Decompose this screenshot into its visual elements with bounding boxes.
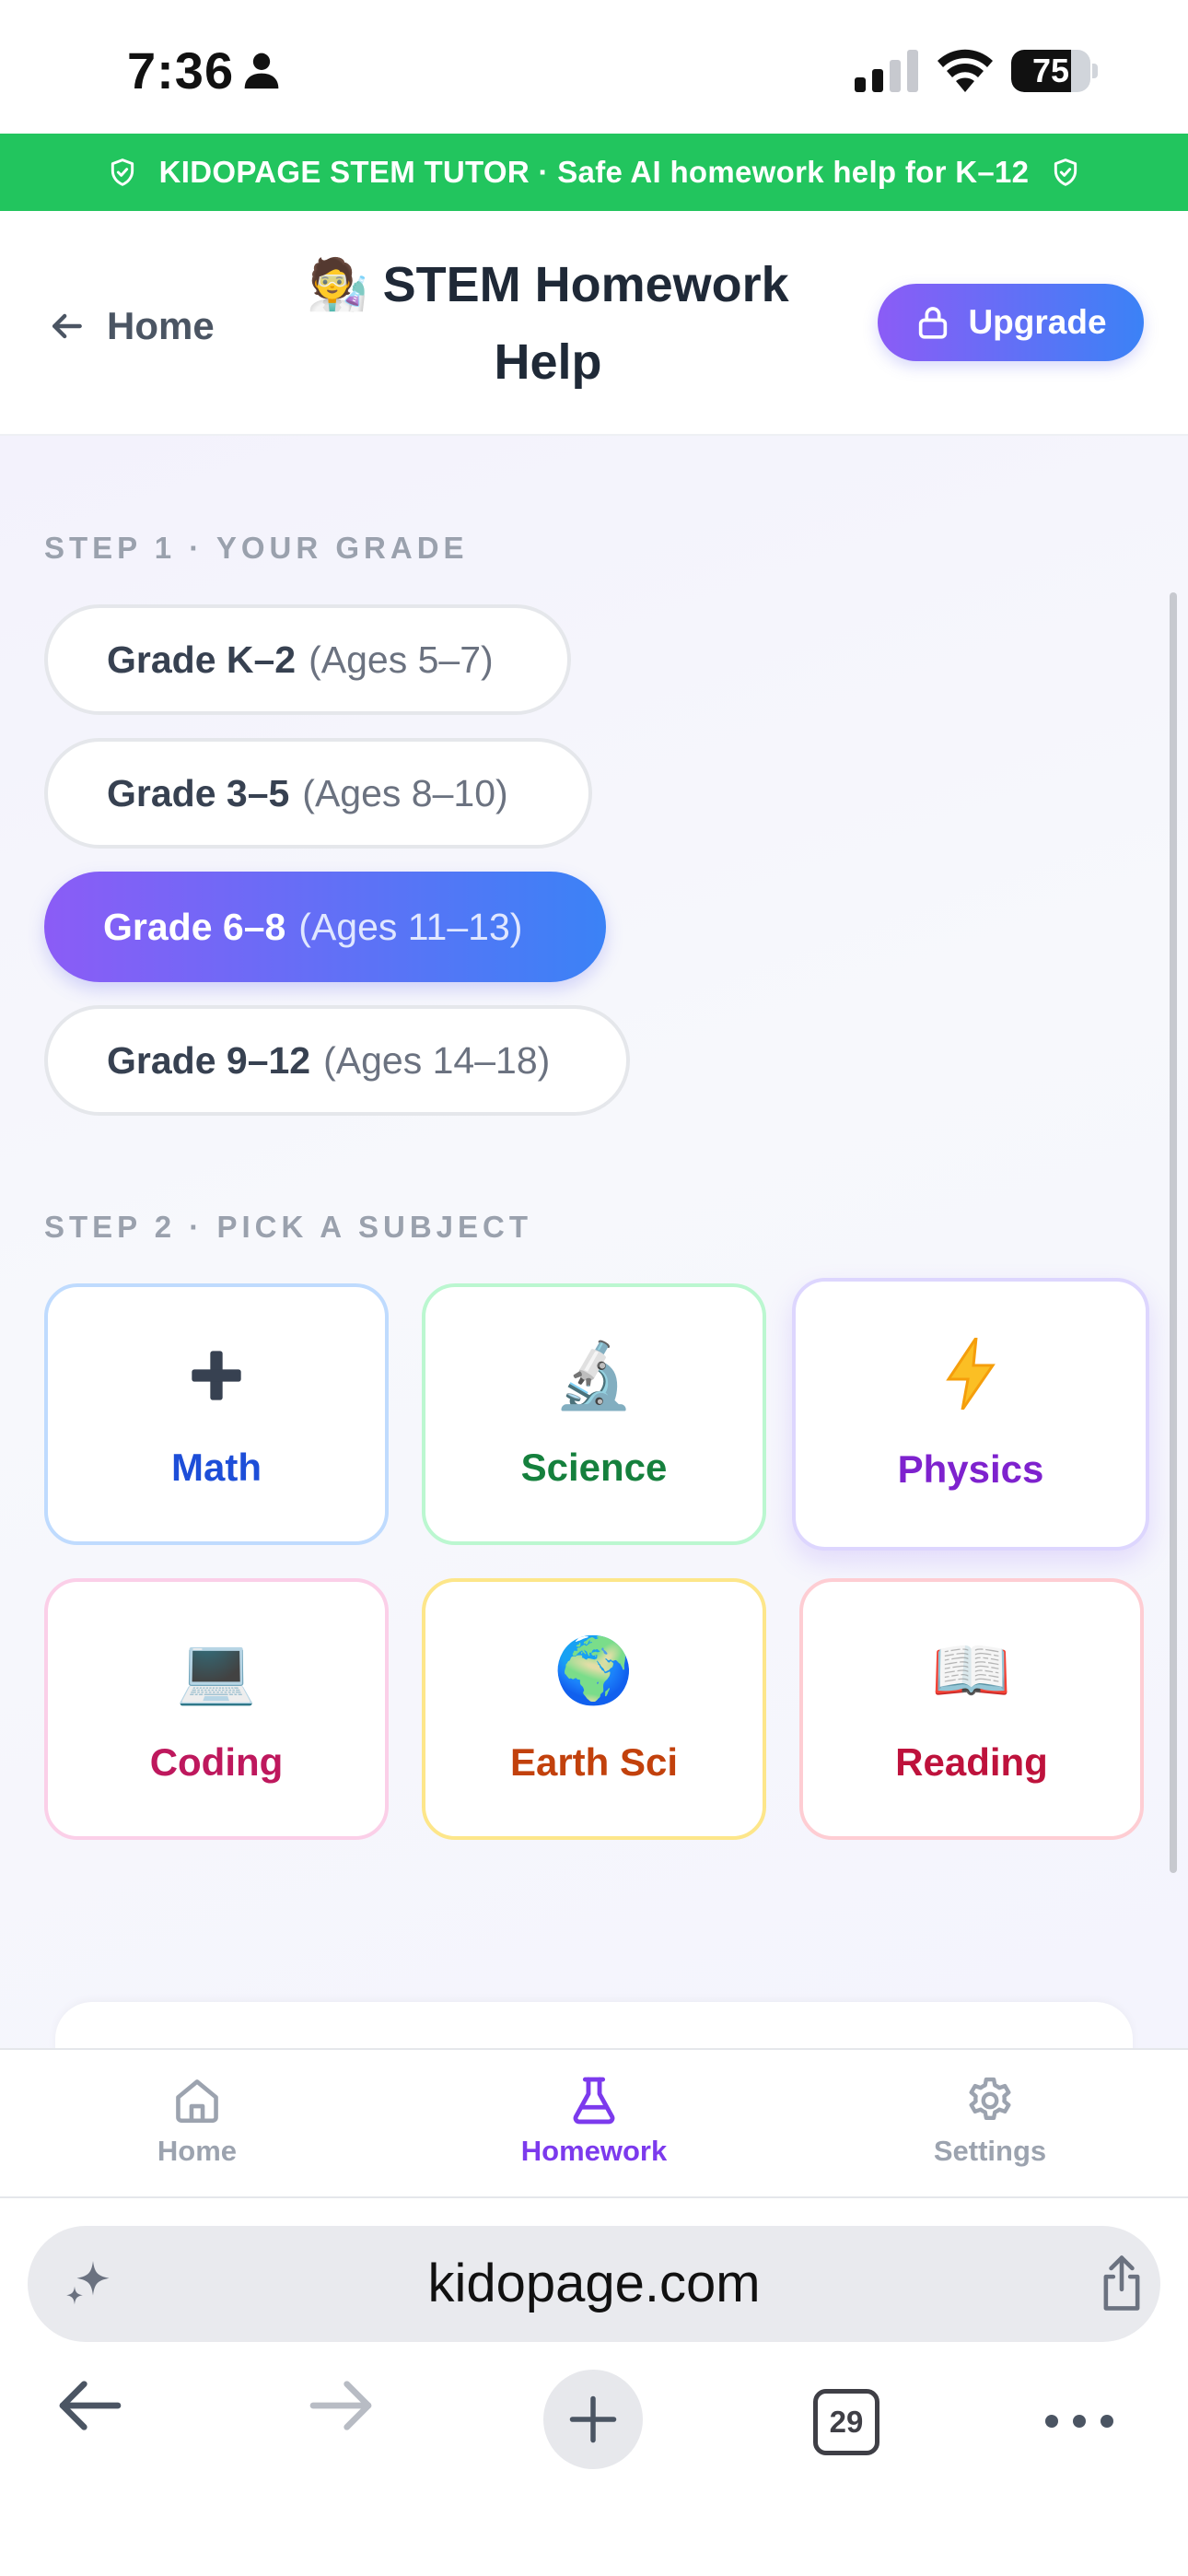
battery-indicator: 75 xyxy=(1011,50,1098,92)
back-link-label: Home xyxy=(107,304,215,347)
home-icon xyxy=(176,2079,218,2124)
grade-name: Grade 6–8 xyxy=(103,905,286,948)
person-icon xyxy=(244,53,279,89)
bottom-tab-bar: Home Homework Settings xyxy=(0,2048,1188,2198)
page-title: 🧑‍🔬 STEM Homework Help xyxy=(307,257,789,390)
tab-switcher-button[interactable]: 29 xyxy=(813,2389,879,2455)
new-tab-button[interactable] xyxy=(543,2370,643,2469)
subject-label: Science xyxy=(520,1446,668,1489)
lightning-icon xyxy=(796,1337,1146,1411)
grade-ages: (Ages 11–13) xyxy=(298,905,523,948)
grade-option-3-5[interactable]: Grade 3–5 (Ages 8–10) xyxy=(44,738,592,849)
upgrade-button[interactable]: Upgrade xyxy=(878,284,1144,361)
tab-homework[interactable]: Homework xyxy=(456,2074,732,2175)
grade-name: Grade 3–5 xyxy=(107,771,290,814)
subject-label: Physics xyxy=(897,1447,1044,1491)
status-bar: 7:36 75 xyxy=(0,0,1188,134)
subject-card-coding[interactable]: 💻 Coding xyxy=(44,1578,389,1840)
grade-ages: (Ages 5–7) xyxy=(309,638,494,681)
grade-option-6-8[interactable]: Grade 6–8 (Ages 11–13) xyxy=(44,872,606,982)
subject-label: Reading xyxy=(895,1740,1048,1784)
laptop-icon: 💻 xyxy=(176,1634,257,1706)
main-content: STEP 1 · YOUR GRADE Grade K–2 (Ages 5–7)… xyxy=(0,436,1188,2057)
tab-label: Settings xyxy=(933,2135,1047,2167)
share-icon[interactable] xyxy=(1096,2254,1147,2313)
scrollbar[interactable] xyxy=(1170,592,1177,1873)
shield-check-icon xyxy=(1054,158,1077,186)
tab-label: Home xyxy=(157,2135,238,2167)
gear-icon xyxy=(969,2077,1011,2121)
grade-name: Grade 9–12 xyxy=(107,1038,311,1082)
back-home-link[interactable]: Home xyxy=(46,299,215,354)
banner-text: KIDOPAGE STEM TUTOR · Safe AI homework h… xyxy=(158,155,1030,189)
subject-card-earth-sci[interactable]: 🌍 Earth Sci xyxy=(422,1578,766,1840)
subject-card-physics[interactable]: Physics xyxy=(792,1278,1149,1551)
battery-percent: 75 xyxy=(1031,52,1070,89)
subject-card-math[interactable]: Math xyxy=(44,1283,389,1545)
address-bar[interactable]: kidopage.com xyxy=(28,2226,1160,2342)
lock-icon xyxy=(919,307,948,339)
arrow-left-icon xyxy=(52,313,82,339)
tab-settings[interactable]: Settings xyxy=(852,2074,1128,2175)
grade-name: Grade K–2 xyxy=(107,638,297,681)
status-time: 7:36 xyxy=(127,41,235,100)
globe-icon: 🌍 xyxy=(553,1634,635,1706)
safety-banner: KIDOPAGE STEM TUTOR · Safe AI homework h… xyxy=(0,134,1188,211)
grade-ages: (Ages 14–18) xyxy=(323,1038,551,1082)
tab-label: Homework xyxy=(520,2135,668,2167)
subject-card-reading[interactable]: 📖 Reading xyxy=(799,1578,1144,1840)
browser-toolbar: kidopage.com 29 xyxy=(0,2198,1188,2576)
shield-check-icon xyxy=(111,158,134,186)
subject-label: Earth Sci xyxy=(509,1740,679,1784)
step2-label: STEP 2 · PICK A SUBJECT xyxy=(44,1210,533,1244)
wifi-icon xyxy=(938,49,993,92)
browser-back-icon[interactable] xyxy=(53,2369,127,2442)
cellular-signal-icon xyxy=(855,50,918,92)
browser-forward-icon[interactable] xyxy=(304,2369,378,2442)
grade-option-9-12[interactable]: Grade 9–12 (Ages 14–18) xyxy=(44,1005,630,1116)
grade-ages: (Ages 8–10) xyxy=(302,771,508,814)
book-icon: 📖 xyxy=(931,1634,1012,1706)
plus-icon xyxy=(48,1339,385,1412)
app-header: Home 🧑‍🔬 STEM Homework Help Upgrade xyxy=(0,211,1188,436)
plus-icon xyxy=(569,2395,617,2443)
subject-label: Coding xyxy=(149,1740,284,1784)
subject-card-science[interactable]: 🔬 Science xyxy=(422,1283,766,1545)
address-url[interactable]: kidopage.com xyxy=(28,2226,1160,2342)
grade-option-k2[interactable]: Grade K–2 (Ages 5–7) xyxy=(44,604,571,715)
more-icon[interactable] xyxy=(1042,2394,1116,2449)
microscope-icon: 🔬 xyxy=(553,1340,635,1411)
subject-label: Math xyxy=(171,1446,262,1489)
flask-icon xyxy=(573,2077,615,2125)
tab-home[interactable]: Home xyxy=(59,2074,335,2175)
step1-label: STEP 1 · YOUR GRADE xyxy=(44,531,469,565)
upgrade-label: Upgrade xyxy=(968,303,1107,341)
